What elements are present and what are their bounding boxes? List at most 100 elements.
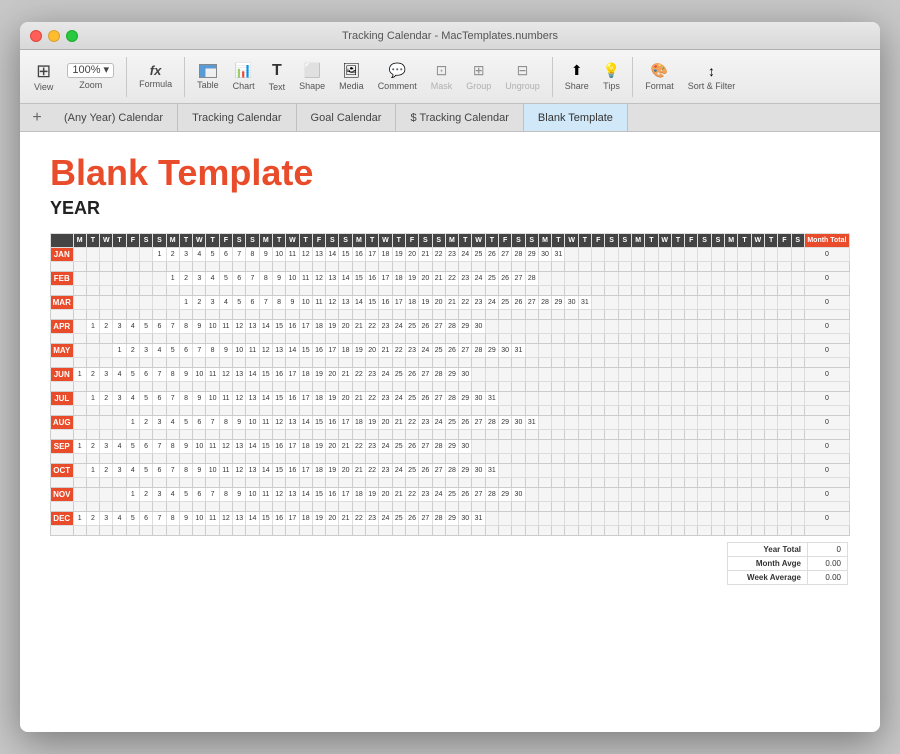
- day-cell: [751, 272, 764, 286]
- format-button[interactable]: 🎨 Format: [639, 62, 680, 91]
- month-total-value: 0: [804, 512, 849, 526]
- day-cell: 28: [485, 416, 498, 430]
- mask-button[interactable]: ⊡ Mask: [425, 62, 459, 91]
- chart-button[interactable]: 📊 Chart: [227, 62, 261, 91]
- day-cell: [618, 464, 631, 478]
- day-cell: 26: [499, 272, 512, 286]
- tab-dollar-tracking[interactable]: $ Tracking Calendar: [396, 104, 523, 131]
- day-cell: 16: [352, 248, 365, 262]
- zoom-control[interactable]: 100% ▾ Zoom: [61, 63, 120, 90]
- day-cell: [565, 248, 578, 262]
- day-cell: 20: [379, 416, 392, 430]
- table-button[interactable]: Table: [191, 64, 225, 90]
- add-tab-button[interactable]: +: [24, 104, 50, 131]
- month-avg-value: 0.00: [808, 557, 848, 571]
- day-cell: [645, 392, 658, 406]
- day-header-31: T: [485, 234, 498, 248]
- formula-button[interactable]: fx Formula: [133, 64, 178, 89]
- day-cell: [565, 512, 578, 526]
- day-cell: 24: [379, 440, 392, 454]
- tab-blank-template[interactable]: Blank Template: [524, 104, 628, 131]
- day-cell: [605, 464, 618, 478]
- month-total-value: 0: [804, 416, 849, 430]
- day-cell: [166, 296, 179, 310]
- day-cell: 7: [233, 248, 246, 262]
- ungroup-label: Ungroup: [505, 81, 540, 91]
- share-button[interactable]: ⬆ Share: [559, 62, 595, 91]
- day-cell: 14: [259, 464, 272, 478]
- day-cell: [764, 344, 777, 358]
- minimize-button[interactable]: [48, 30, 60, 42]
- tab-goal[interactable]: Goal Calendar: [297, 104, 397, 131]
- day-cell: [139, 272, 152, 286]
- day-cell: [725, 488, 738, 502]
- tips-label: Tips: [603, 81, 620, 91]
- day-cell: [605, 272, 618, 286]
- day-cell: 28: [445, 464, 458, 478]
- day-cell: [685, 320, 698, 334]
- day-header-18: F: [312, 234, 325, 248]
- day-cell: [73, 488, 86, 502]
- day-cell: 22: [445, 272, 458, 286]
- comment-button[interactable]: 💬 Comment: [372, 62, 423, 91]
- month-label-jul: JUL: [51, 392, 74, 406]
- group-button[interactable]: ⊞ Group: [460, 62, 497, 91]
- tips-button[interactable]: 💡 Tips: [597, 62, 626, 91]
- day-cell: 4: [113, 440, 126, 454]
- day-cell: [605, 320, 618, 334]
- day-cell: 18: [312, 464, 325, 478]
- ungroup-button[interactable]: ⊟ Ungroup: [499, 62, 546, 91]
- day-cell: 19: [326, 320, 339, 334]
- day-cell: [592, 344, 605, 358]
- close-button[interactable]: [30, 30, 42, 42]
- day-cell: 24: [432, 416, 445, 430]
- day-cell: [778, 320, 791, 334]
- month-label-dec: DEC: [51, 512, 74, 526]
- day-cell: 27: [432, 464, 445, 478]
- day-cell: [658, 488, 671, 502]
- view-button[interactable]: ⊞ View: [28, 62, 59, 92]
- day-cell: [100, 344, 113, 358]
- day-cell: [86, 488, 99, 502]
- day-cell: [725, 512, 738, 526]
- table-icon: [199, 64, 217, 78]
- day-cell: 9: [179, 440, 192, 454]
- shape-button[interactable]: ⬜ Shape: [293, 62, 331, 91]
- day-cell: [711, 464, 724, 478]
- day-cell: [698, 368, 711, 382]
- text-button[interactable]: T Text: [263, 62, 292, 92]
- day-cell: [631, 344, 644, 358]
- day-cell: 4: [153, 344, 166, 358]
- day-cell: [764, 440, 777, 454]
- media-button[interactable]: 🖼 Media: [333, 62, 370, 91]
- day-cell: [791, 248, 804, 262]
- month-row-jun: JUN1234567891011121314151617181920212223…: [51, 368, 850, 382]
- day-cell: [525, 392, 538, 406]
- day-cell: 11: [219, 392, 232, 406]
- month-row-dec: DEC1234567891011121314151617181920212223…: [51, 512, 850, 526]
- day-cell: [86, 248, 99, 262]
- day-cell: 30: [459, 512, 472, 526]
- week-avg-row: Week Average 0.00: [728, 571, 848, 585]
- day-cell: 30: [472, 464, 485, 478]
- maximize-button[interactable]: [66, 30, 78, 42]
- day-cell: 5: [233, 296, 246, 310]
- tab-tracking[interactable]: Tracking Calendar: [178, 104, 296, 131]
- day-cell: [751, 320, 764, 334]
- sort-filter-button[interactable]: ↕ Sort & Filter: [682, 63, 742, 91]
- day-cell: [512, 512, 525, 526]
- day-cell: 10: [206, 464, 219, 478]
- day-cell: 6: [153, 464, 166, 478]
- day-cell: 29: [445, 440, 458, 454]
- day-header-7: M: [166, 234, 179, 248]
- day-cell: [778, 440, 791, 454]
- day-cell: 27: [419, 440, 432, 454]
- zoom-value[interactable]: 100% ▾: [67, 63, 114, 78]
- day-cell: [485, 440, 498, 454]
- day-header-33: S: [512, 234, 525, 248]
- day-header-4: F: [126, 234, 139, 248]
- day-cell: 16: [286, 464, 299, 478]
- day-cell: 21: [352, 320, 365, 334]
- day-cell: [525, 488, 538, 502]
- tab-any-year[interactable]: (Any Year) Calendar: [50, 104, 178, 131]
